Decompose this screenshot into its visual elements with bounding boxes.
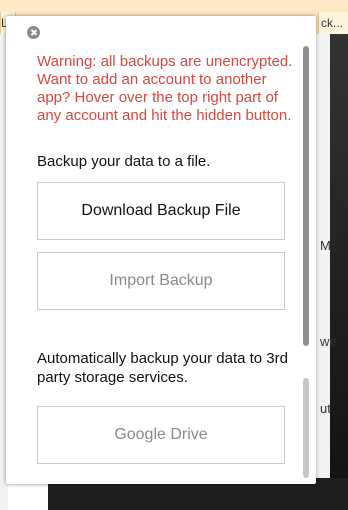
- background-right-panel: [318, 34, 348, 510]
- backup-warning-text: Warning: all backups are unencrypted. Wa…: [37, 53, 293, 124]
- popup-scroll-area[interactable]: Warning: all backups are unencrypted. Wa…: [6, 16, 306, 484]
- backup-file-text: Backup your data to a file.: [37, 153, 211, 170]
- scrollbar-thumb[interactable]: [303, 46, 309, 346]
- background-text-fragment: M: [320, 238, 331, 253]
- background-dark-strip: [330, 34, 348, 510]
- scrollbar-track[interactable]: [303, 378, 309, 478]
- google-drive-label: Google Drive: [114, 426, 208, 443]
- google-drive-button[interactable]: Google Drive: [37, 406, 285, 464]
- popup-scrollbar[interactable]: [303, 46, 309, 478]
- background-text-fragment: we: [320, 334, 337, 349]
- background-text-fragment: ut: [320, 401, 331, 416]
- browser-tab-right[interactable]: ck...: [318, 12, 348, 34]
- import-backup-button[interactable]: Import Backup: [37, 252, 285, 310]
- auto-backup-text: Automatically backup your data to 3rd pa…: [37, 350, 288, 386]
- browser-tab-right-label: ck...: [321, 16, 344, 30]
- import-backup-label: Import Backup: [109, 272, 213, 289]
- download-backup-button[interactable]: Download Backup File: [37, 182, 285, 240]
- backup-popup: Warning: all backups are unencrypted. Wa…: [6, 16, 316, 484]
- download-backup-label: Download Backup File: [81, 202, 241, 219]
